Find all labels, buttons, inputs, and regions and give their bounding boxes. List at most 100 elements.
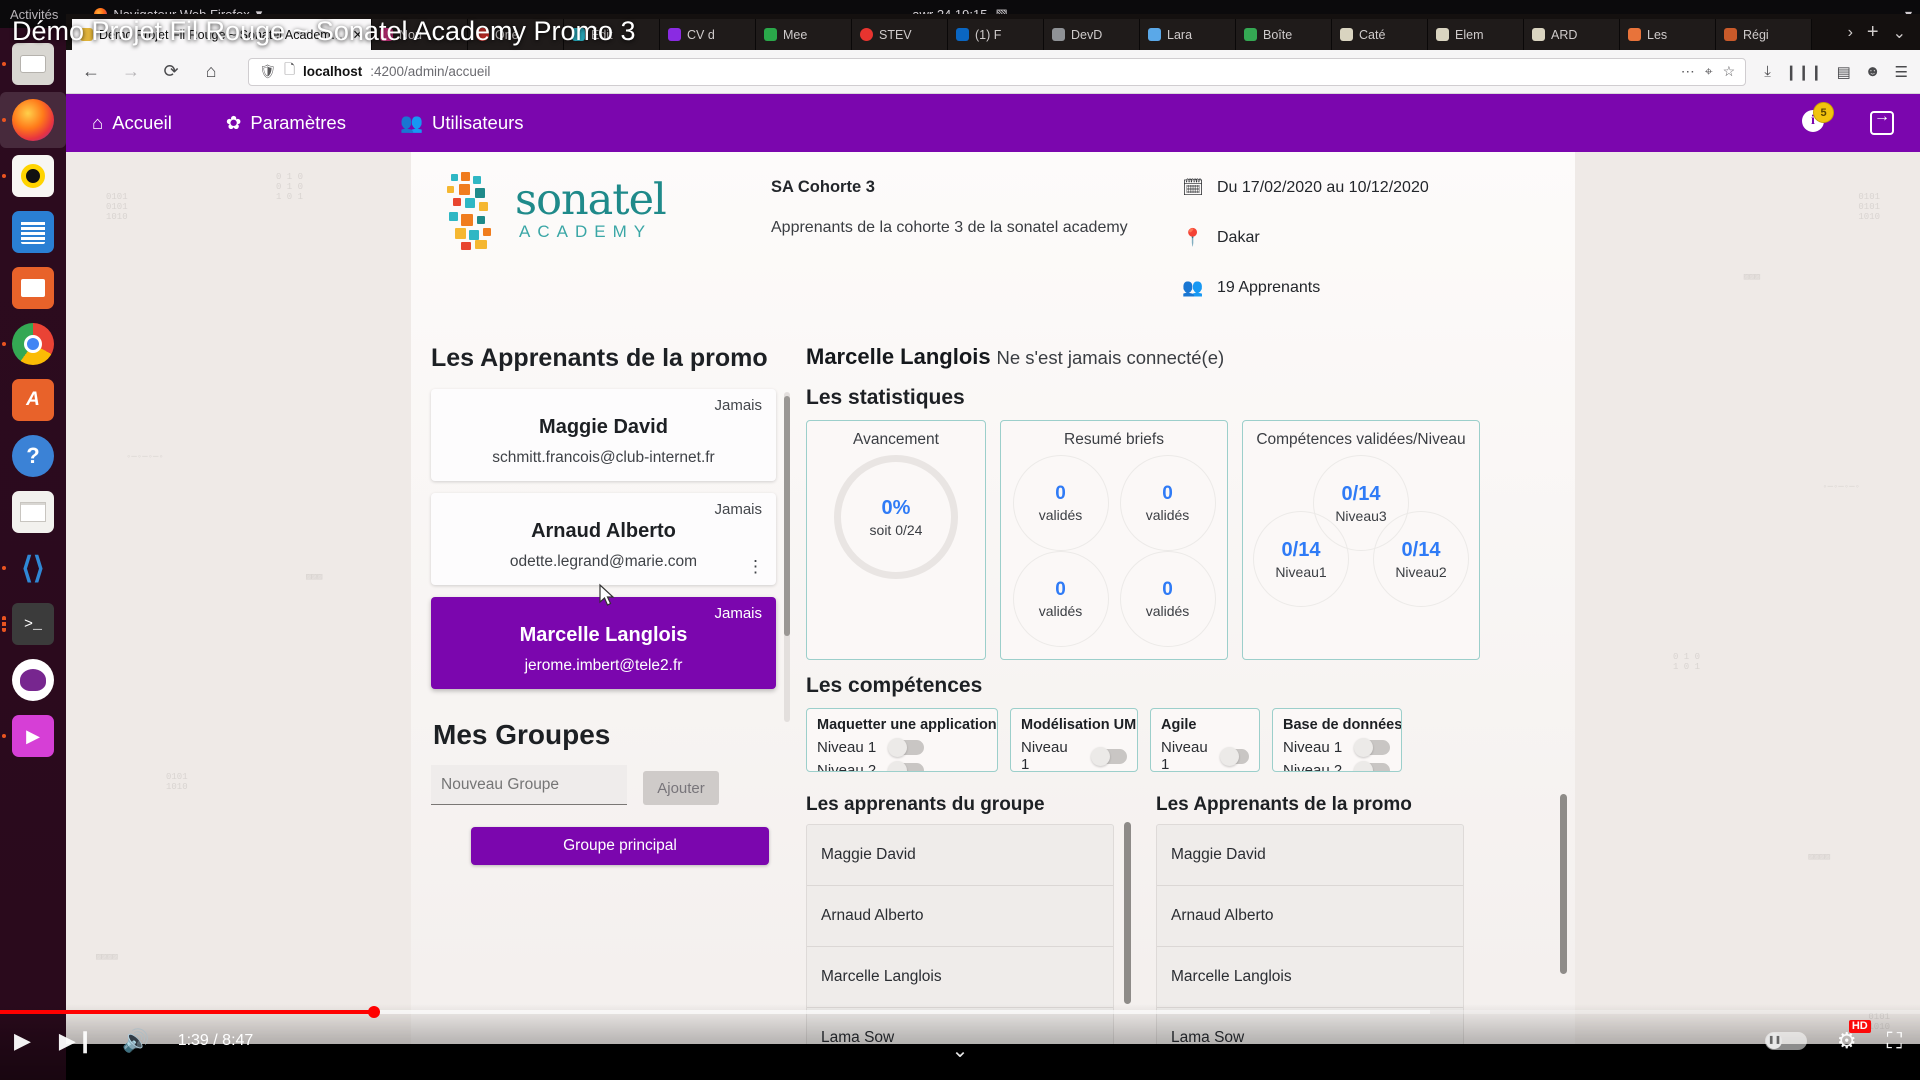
new-group-input[interactable]: [431, 765, 627, 805]
learner-card[interactable]: Jamais Arnaud Alberto odette.legrand@mar…: [431, 493, 776, 585]
competence-level-toggle[interactable]: [1354, 738, 1391, 757]
settings-gear-icon[interactable]: ⚙ HD: [1837, 1020, 1871, 1052]
tab-favicon: [1052, 28, 1065, 41]
kebab-menu-icon[interactable]: ⋮: [747, 558, 764, 575]
list-item[interactable]: Marcelle Langlois: [807, 947, 1113, 1008]
tab-6[interactable]: STEV: [852, 19, 948, 50]
list-item[interactable]: Arnaud Alberto: [1157, 886, 1463, 947]
nav-item-parametres[interactable]: ✿ Paramètres: [226, 112, 346, 134]
dock-item-vscode[interactable]: ⟨⟩: [0, 540, 66, 596]
dock-item-firefox[interactable]: [0, 92, 66, 148]
tab-8[interactable]: DevD: [1044, 19, 1140, 50]
tab-9[interactable]: Lara: [1140, 19, 1236, 50]
list-item[interactable]: Maggie David: [807, 825, 1113, 886]
mouse-cursor: [599, 583, 615, 606]
page-icon: 🗋: [284, 62, 295, 77]
tab-11[interactable]: Caté: [1332, 19, 1428, 50]
url-bar[interactable]: 🛡 🗋 localhost:4200/admin/accueil ⋯ ⌖ ☆: [248, 57, 1747, 86]
nav-item-accueil[interactable]: ⌂ Accueil: [92, 112, 172, 134]
dock-item-rhythmbox[interactable]: [0, 148, 66, 204]
logout-icon[interactable]: [1870, 108, 1894, 135]
group-list-title: Les apprenants du groupe: [806, 794, 1045, 815]
menu-icon[interactable]: ☰: [1895, 63, 1908, 81]
brief-label: validés: [1145, 507, 1190, 523]
progress-scrubber[interactable]: [368, 1006, 380, 1018]
dock-item-media-player[interactable]: ▶: [0, 708, 66, 764]
expand-chevron-icon[interactable]: ⌄: [952, 1038, 969, 1063]
reload-button[interactable]: ⟳: [158, 61, 184, 82]
progress-bar[interactable]: [0, 1006, 1920, 1018]
tab-label: Lara: [1167, 27, 1193, 42]
promo-list-scrollbar[interactable]: [1560, 794, 1567, 974]
level-value: 0/14: [1341, 482, 1381, 505]
tab-5[interactable]: Mee: [756, 19, 852, 50]
url-bar-actions[interactable]: ⋯ ⌖ ☆: [1681, 63, 1735, 80]
sidebar-icon[interactable]: ▤: [1837, 63, 1851, 81]
tab-list-icon[interactable]: ⌄: [1893, 23, 1906, 43]
nav-item-parametres-label: Paramètres: [250, 112, 346, 133]
back-button[interactable]: ←: [78, 61, 104, 82]
dock-item-help[interactable]: ?: [0, 428, 66, 484]
main-group-button[interactable]: Groupe principal: [471, 827, 769, 865]
library-icon[interactable]: ❙❙❙: [1785, 63, 1823, 81]
list-item[interactable]: Maggie David: [1157, 825, 1463, 886]
group-list-scrollbar[interactable]: [1124, 822, 1131, 1004]
tab-12[interactable]: Elem: [1428, 19, 1524, 50]
page-viewport: ⌂ Accueil ✿ Paramètres 👥 Utilisateurs i …: [66, 94, 1920, 1044]
add-group-button[interactable]: Ajouter: [643, 771, 719, 805]
new-tab-button[interactable]: +: [1867, 21, 1879, 44]
shield-icon[interactable]: 🛡: [259, 64, 276, 80]
home-button[interactable]: ⌂: [198, 61, 224, 82]
tab-7[interactable]: (1) F: [948, 19, 1044, 50]
bookmark-star-icon[interactable]: ☆: [1723, 63, 1736, 80]
list-item[interactable]: Marcelle Langlois: [1157, 947, 1463, 1008]
play-icon[interactable]: ▶: [14, 1030, 31, 1052]
competence-level-toggle[interactable]: [1354, 761, 1391, 771]
brief-label: validés: [1145, 603, 1190, 619]
tab-strip-controls[interactable]: › + ⌄: [1834, 21, 1920, 50]
dock-item-terminal[interactable]: >_: [0, 596, 66, 652]
toolbar-actions[interactable]: ⤓ ❙❙❙ ▤ ☻ ☰: [1764, 63, 1908, 81]
level-label: Niveau1: [1275, 563, 1327, 580]
more-icon[interactable]: ⋯: [1681, 63, 1695, 80]
tab-favicon: [764, 28, 777, 41]
pocket-icon[interactable]: ⌖: [1705, 63, 1713, 80]
level-label: Niveau3: [1335, 507, 1387, 524]
dock-item-chrome[interactable]: [0, 316, 66, 372]
competence-card[interactable]: Modélisation UML Niveau 1 Niveau 2: [1010, 708, 1138, 772]
tab-10[interactable]: Boîte: [1236, 19, 1332, 50]
competence-level-toggle[interactable]: [888, 738, 925, 757]
autoplay-toggle[interactable]: [1764, 1032, 1807, 1050]
dock-item-ubuntu-software[interactable]: A: [0, 372, 66, 428]
competence-level-toggle[interactable]: [1091, 746, 1127, 766]
tab-13[interactable]: ARD: [1524, 19, 1620, 50]
forward-button[interactable]: →: [118, 61, 144, 82]
dock-item-ghost[interactable]: [0, 652, 66, 708]
dock-item-libreoffice-impress[interactable]: [0, 260, 66, 316]
learner-card[interactable]: Jamais Maggie David schmitt.francois@clu…: [431, 389, 776, 481]
downloads-icon[interactable]: ⤓: [1764, 63, 1771, 80]
learner-card-selected[interactable]: Jamais Marcelle Langlois jerome.imbert@t…: [431, 597, 776, 689]
tab-4[interactable]: CV d: [660, 19, 756, 50]
tab-scroll-right-icon[interactable]: ›: [1848, 24, 1853, 42]
stat-card-avancement: Avancement 0% soit 0/24: [806, 420, 986, 660]
next-icon[interactable]: ▶❙: [59, 1030, 94, 1052]
level-value: 0/14: [1281, 538, 1321, 561]
dock-item-dictionary[interactable]: [0, 484, 66, 540]
competence-card[interactable]: Maquetter une application Niveau 1 Nivea…: [806, 708, 998, 772]
tab-15[interactable]: Régi: [1716, 19, 1812, 50]
list-item[interactable]: Arnaud Alberto: [807, 886, 1113, 947]
volume-icon[interactable]: 🔊: [122, 1030, 149, 1052]
dock-item-libreoffice-writer[interactable]: [0, 204, 66, 260]
tab-14[interactable]: Les: [1620, 19, 1716, 50]
competence-card[interactable]: Base de données Niveau 1 Niveau 2: [1272, 708, 1402, 772]
notifications-button[interactable]: i 5: [1802, 102, 1834, 136]
competence-level-toggle[interactable]: [1220, 746, 1249, 766]
nav-item-utilisateurs[interactable]: 👥 Utilisateurs: [400, 112, 524, 134]
fullscreen-exit-icon[interactable]: ⛶: [1887, 1030, 1902, 1052]
account-icon[interactable]: ☻: [1865, 63, 1881, 80]
competence-card[interactable]: Agile Niveau 1 Niveau 2: [1150, 708, 1260, 772]
competence-level-toggle[interactable]: [888, 761, 925, 771]
brief-bubble: 0 validés: [1119, 455, 1216, 551]
ubuntu-dock[interactable]: A ? ⟨⟩ >_ ▶: [0, 28, 66, 1080]
